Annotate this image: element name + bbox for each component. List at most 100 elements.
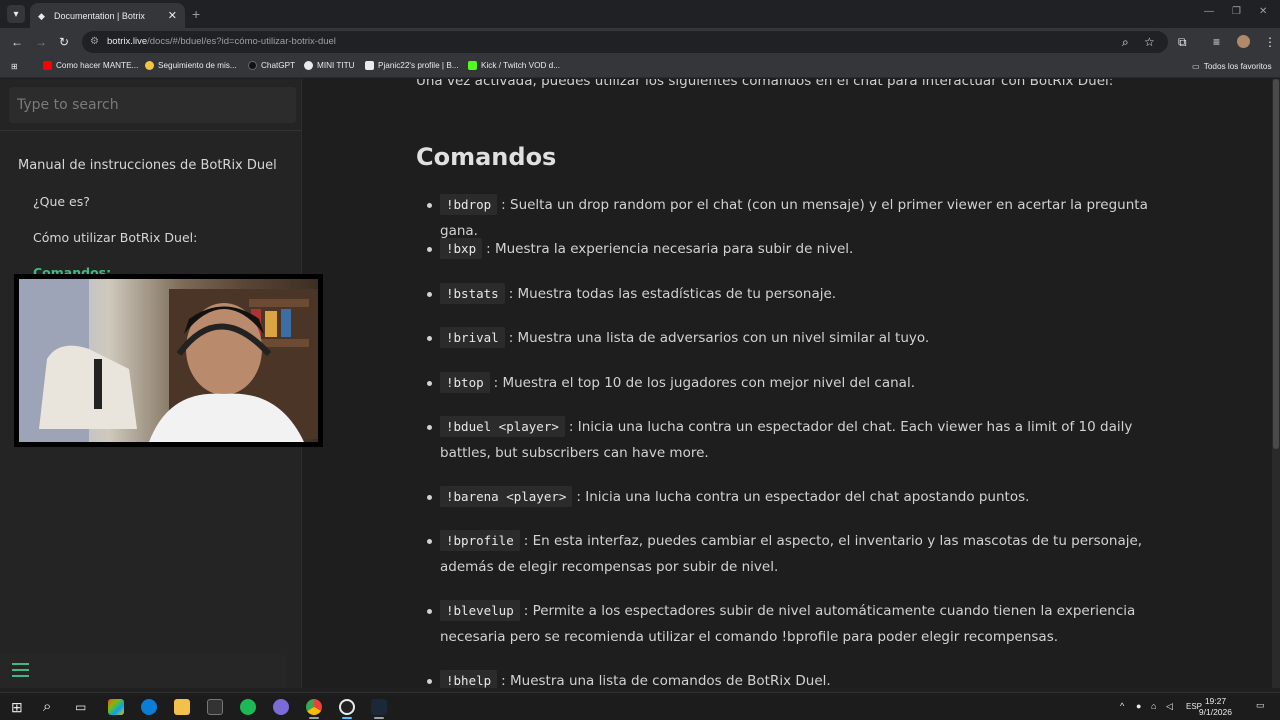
webcam-overlay [14, 274, 323, 447]
command-desc: : Muestra todas las estadísticas de tu p… [508, 286, 837, 302]
command-code: !bprofile [440, 530, 520, 551]
webcam-scene [19, 279, 318, 442]
close-window-icon[interactable]: ✕ [1259, 6, 1267, 17]
chrome-icon[interactable] [306, 699, 322, 715]
tab-close-icon[interactable]: ✕ [168, 9, 177, 22]
site-icon [145, 61, 154, 70]
url-host: botrix.live [107, 36, 148, 47]
sidebar-title[interactable]: Manual de instrucciones de BotRix Duel [18, 158, 277, 173]
copilot-icon[interactable] [108, 699, 124, 715]
windows-start-icon[interactable]: ⊞ [11, 699, 27, 715]
command-code: !barena <player> [440, 486, 573, 507]
clock-date: 9/1/2026 [1198, 707, 1232, 717]
command-item: !bhelp: Muestra una lista de comandos de… [427, 668, 1180, 688]
obs-icon[interactable] [339, 699, 355, 715]
sidebar-toggle[interactable] [0, 655, 287, 688]
page-scrollbar[interactable] [1272, 79, 1280, 688]
section-heading: Comandos [416, 143, 557, 171]
command-desc: : Muestra una lista de comandos de BotRi… [501, 673, 831, 688]
command-item: !bduel <player>: Inicia una lucha contra… [427, 414, 1180, 466]
forward-icon[interactable]: → [35, 35, 47, 49]
url-text[interactable]: botrix.live/docs/#/bduel/es?id=cómo-util… [107, 36, 336, 47]
bookmark-item[interactable]: Kick / Twitch VOD d... [468, 61, 560, 70]
command-item: !bxp: Muestra la experiencia necesaria p… [427, 236, 1180, 262]
bookmark-item[interactable]: Como hacer MANTE... [43, 61, 138, 70]
command-code: !bstats [440, 283, 505, 304]
bookmark-star-icon[interactable]: ☆ [1144, 35, 1155, 49]
command-desc: : Muestra la experiencia necesaria para … [486, 241, 854, 257]
tray-overflow-icon[interactable]: ^ [1120, 701, 1124, 711]
bookmark-item[interactable]: ChatGPT [248, 61, 295, 70]
apps-icon[interactable]: ⊞ [11, 61, 18, 71]
file-explorer-icon[interactable] [174, 699, 190, 715]
command-item: !blevelup: Permite a los espectadores su… [427, 598, 1180, 650]
microphone-icon[interactable]: ● [1136, 701, 1141, 711]
command-desc: : Inicia una lucha contra un espectador … [576, 489, 1030, 505]
command-code: !bxp [440, 238, 483, 259]
all-bookmarks-folder[interactable]: ▭ Todos los favoritos [1192, 61, 1272, 72]
media-controls-icon[interactable]: ≡ [1213, 35, 1220, 49]
search-input[interactable] [9, 87, 296, 123]
command-desc: : Muestra una lista de adversarios con u… [508, 330, 930, 346]
sidebar-divider [0, 130, 302, 131]
extensions-icon[interactable]: ⧉ [1178, 35, 1187, 49]
command-item: !bprofile: En esta interfaz, puedes camb… [427, 528, 1180, 580]
tab-strip: ▾ ◆ Documentation | Botrix ✕ + — ❐ ✕ [0, 0, 1280, 28]
zoom-icon[interactable]: ⌕ [1122, 35, 1129, 49]
command-code: !brival [440, 327, 505, 348]
intro-text: Una vez activada, puedes utilizar los si… [416, 79, 1114, 89]
command-desc: : Permite a los espectadores subir de ni… [440, 603, 1136, 645]
command-item: !btop: Muestra el top 10 de los jugadore… [427, 370, 1180, 396]
bookmark-item[interactable]: MINI TITU [304, 61, 355, 70]
app-icon[interactable] [273, 699, 289, 715]
command-code: !bhelp [440, 670, 498, 688]
app-icon[interactable] [207, 699, 223, 715]
edge-icon[interactable] [141, 699, 157, 715]
back-icon[interactable]: ← [11, 35, 23, 49]
search-icon[interactable]: ⌕ [43, 699, 59, 715]
hamburger-icon [12, 663, 29, 681]
sidebar-item-que-es[interactable]: ¿Que es? [33, 194, 90, 209]
network-icon[interactable]: ⌂ [1151, 701, 1156, 711]
command-code: !bdrop [440, 194, 498, 215]
volume-icon[interactable]: ◁ [1166, 701, 1173, 712]
clock-time: 19:27 [1204, 696, 1227, 706]
globe-icon [304, 61, 313, 70]
tab-title: Documentation | Botrix [54, 10, 145, 21]
youtube-icon [43, 61, 52, 70]
command-code: !btop [440, 372, 490, 393]
spotify-icon[interactable] [240, 699, 256, 715]
reload-icon[interactable]: ↻ [59, 35, 69, 49]
bookmark-item[interactable]: Pjanic22's profile | B... [365, 61, 459, 70]
browser-tab[interactable]: ◆ Documentation | Botrix ✕ [30, 3, 185, 28]
webcam-feed [19, 279, 318, 442]
scrollbar-thumb[interactable] [1273, 79, 1279, 449]
new-tab-icon[interactable]: + [192, 6, 200, 22]
command-code: !blevelup [440, 600, 520, 621]
command-desc: : Muestra el top 10 de los jugadores con… [493, 375, 915, 391]
command-desc: : Suelta un drop random por el chat (con… [440, 197, 1148, 239]
profile-avatar[interactable] [1237, 35, 1250, 48]
command-item: !bstats: Muestra todas las estadísticas … [427, 281, 1180, 307]
menu-icon[interactable]: ⋮ [1264, 35, 1276, 49]
restore-icon[interactable]: ❐ [1232, 6, 1241, 17]
d-icon [468, 61, 477, 70]
command-item: !brival: Muestra una lista de adversario… [427, 325, 1180, 351]
site-info-icon[interactable]: ⚙ [90, 36, 99, 47]
windows-taskbar: ⊞ ⌕ ▭ ^ ● ⌂ ◁ ESP 19:27 9/1/2026 ▭ [0, 692, 1280, 720]
command-code: !bduel <player> [440, 416, 565, 437]
b-icon [365, 61, 374, 70]
sidebar-item-como-utilizar[interactable]: Cómo utilizar BotRix Duel: [33, 230, 197, 245]
tab-search-button[interactable]: ▾ [7, 5, 25, 23]
page-content: Manual de instrucciones de BotRix Duel ¿… [0, 79, 1280, 688]
minimize-icon[interactable]: — [1204, 6, 1214, 17]
command-desc: : En esta interfaz, puedes cambiar el as… [440, 533, 1143, 575]
task-view-icon[interactable]: ▭ [75, 699, 91, 715]
notifications-icon[interactable]: ▭ [1256, 700, 1265, 711]
chatgpt-icon [248, 61, 257, 70]
bookmark-item[interactable]: Seguimiento de mis... [145, 61, 237, 70]
steam-icon[interactable] [371, 699, 387, 715]
address-bar[interactable]: ⚙ botrix.live/docs/#/bduel/es?id=cómo-ut… [82, 31, 1168, 53]
command-item: !barena <player>: Inicia una lucha contr… [427, 484, 1180, 510]
clock[interactable]: 19:27 9/1/2026 [1199, 696, 1232, 718]
